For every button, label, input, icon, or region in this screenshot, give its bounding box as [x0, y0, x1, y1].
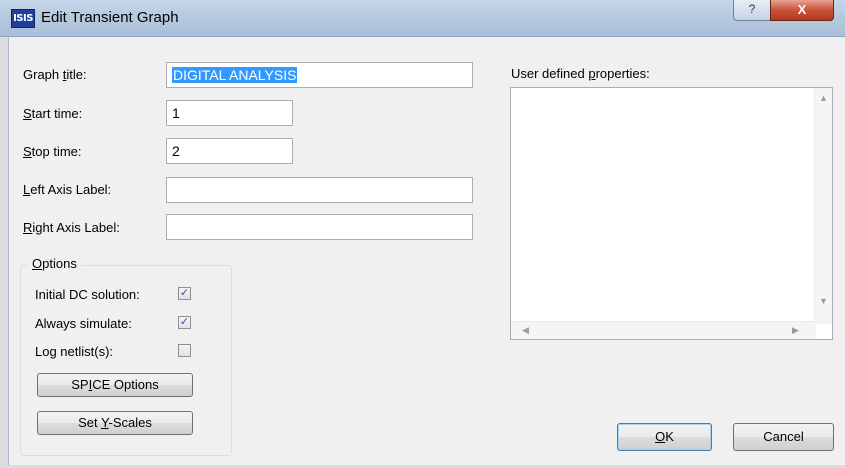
- app-icon: ISIS: [11, 9, 35, 28]
- check-icon: ✓: [179, 316, 190, 328]
- user-props-textarea[interactable]: ▲ ▼ ◀ ▶: [510, 87, 833, 340]
- right-axis-label-post: ight Axis Label:: [32, 220, 120, 235]
- graph-title-label-post: itle:: [66, 67, 87, 82]
- user-props-label-pre: User defined: [511, 66, 589, 81]
- options-legend-post: ptions: [42, 256, 77, 271]
- horizontal-scrollbar[interactable]: ◀ ▶: [511, 321, 816, 339]
- stop-time-label-post: top time:: [31, 144, 82, 159]
- options-legend: Options: [28, 256, 81, 271]
- graph-title-label-pre: Graph: [23, 67, 63, 82]
- initial-dc-checkbox[interactable]: ✓: [178, 287, 191, 300]
- scroll-right-icon[interactable]: ▶: [787, 322, 804, 339]
- right-axis-label-key: R: [23, 220, 33, 235]
- vertical-scrollbar[interactable]: ▲ ▼: [814, 88, 832, 324]
- window-title: Edit Transient Graph: [41, 9, 179, 26]
- start-time-input[interactable]: 1: [166, 100, 293, 126]
- start-time-label: Start time:: [23, 106, 82, 121]
- start-time-label-post: tart time:: [31, 106, 83, 121]
- scroll-left-icon[interactable]: ◀: [517, 322, 534, 339]
- right-axis-label: Right Axis Label:: [23, 220, 120, 235]
- user-props-label-post: roperties:: [595, 66, 650, 81]
- ok-label-post: K: [665, 429, 674, 444]
- close-button[interactable]: X: [770, 0, 834, 21]
- set-y-scales-label-key: Y: [101, 415, 109, 430]
- set-y-scales-button[interactable]: Set Y-Scales: [37, 411, 193, 435]
- left-axis-label-post: eft Axis Label:: [30, 182, 112, 197]
- always-simulate-checkbox[interactable]: ✓: [178, 316, 191, 329]
- set-y-scales-label-pre: Set: [78, 415, 102, 430]
- user-props-label: User defined properties:: [511, 66, 650, 81]
- ok-button[interactable]: OK: [617, 423, 712, 451]
- left-axis-label: Left Axis Label:: [23, 182, 111, 197]
- stop-time-label: Stop time:: [23, 144, 82, 159]
- spice-options-label-pre: SP: [71, 377, 89, 392]
- check-icon: ✓: [179, 287, 190, 299]
- cancel-button[interactable]: Cancel: [733, 423, 834, 451]
- stop-time-label-key: S: [23, 144, 32, 159]
- stop-time-input[interactable]: 2: [166, 138, 293, 164]
- set-y-scales-label-post: -Scales: [108, 415, 152, 430]
- always-simulate-label: Always simulate:: [35, 316, 132, 331]
- initial-dc-label: Initial DC solution:: [35, 287, 140, 302]
- options-legend-key: O: [32, 256, 43, 271]
- spice-options-button[interactable]: SPICE Options: [37, 373, 193, 397]
- log-netlist-label: Log netlist(s):: [35, 344, 114, 359]
- user-props-label-key: p: [588, 66, 596, 81]
- scroll-down-icon[interactable]: ▼: [815, 293, 832, 310]
- graph-title-label: Graph title:: [23, 67, 87, 82]
- log-netlist-checkbox[interactable]: [178, 344, 191, 357]
- spice-options-label-post: CE Options: [92, 377, 159, 392]
- start-time-label-key: S: [23, 106, 32, 121]
- help-button[interactable]: ?: [733, 0, 771, 21]
- ok-label-key: O: [655, 429, 666, 444]
- scroll-up-icon[interactable]: ▲: [815, 90, 832, 107]
- left-axis-input[interactable]: [166, 177, 473, 203]
- graph-title-input[interactable]: DIGITAL ANALYSIS: [166, 62, 473, 88]
- graph-title-value: DIGITAL ANALYSIS: [172, 67, 298, 83]
- right-axis-input[interactable]: [166, 214, 473, 240]
